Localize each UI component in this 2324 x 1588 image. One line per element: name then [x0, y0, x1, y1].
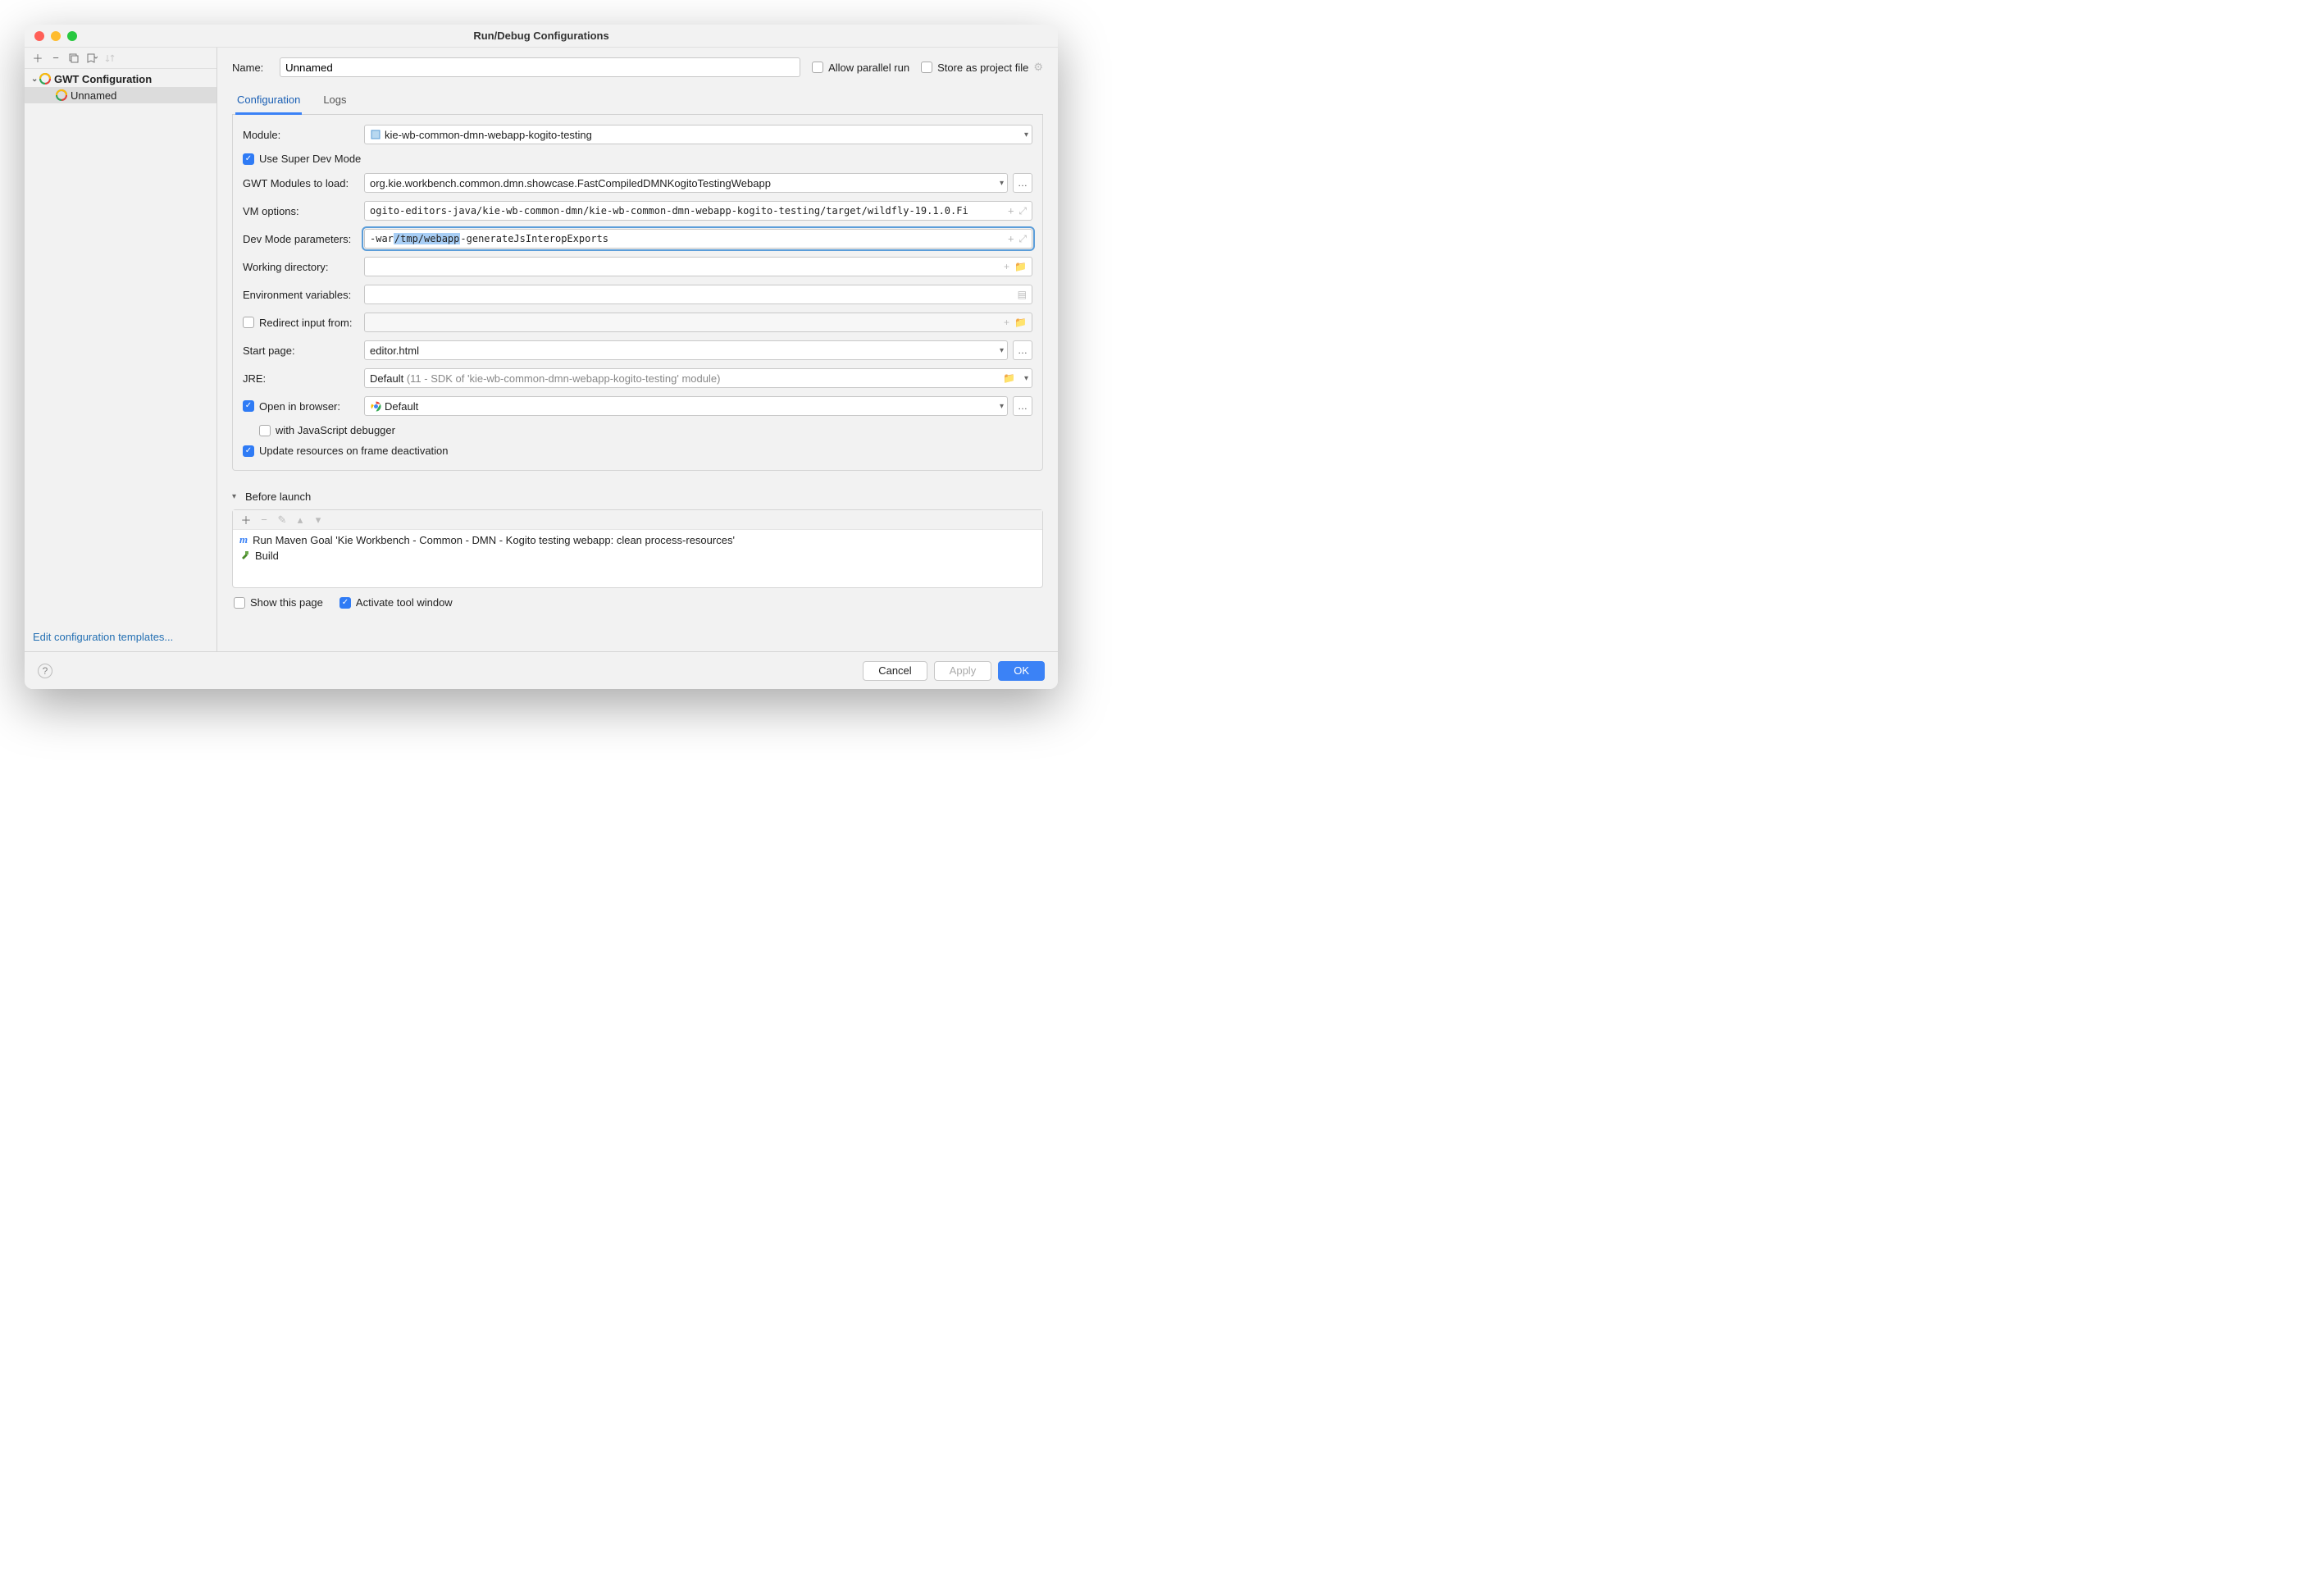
- before-launch-list[interactable]: m Run Maven Goal 'Kie Workbench - Common…: [233, 530, 1042, 587]
- chevron-down-icon: ⌄: [31, 75, 39, 84]
- name-label: Name:: [232, 62, 268, 74]
- store-project-checkbox[interactable]: Store as project file ⚙: [921, 61, 1043, 74]
- chevron-down-icon: ▾: [1000, 179, 1004, 188]
- chrome-icon: [370, 400, 381, 412]
- chevron-down-icon: ▾: [1000, 346, 1004, 355]
- chevron-down-icon: ▾: [232, 492, 240, 501]
- window-title: Run/Debug Configurations: [25, 30, 1058, 42]
- add-icon[interactable]: ＋: [239, 513, 253, 527]
- save-template-icon[interactable]: [85, 52, 98, 65]
- configuration-panel: Module: kie-wb-common-dmn-webapp-kogito-…: [232, 115, 1043, 471]
- gwt-icon: [56, 89, 67, 101]
- module-combo[interactable]: kie-wb-common-dmn-webapp-kogito-testing …: [364, 125, 1032, 144]
- show-page-checkbox[interactable]: Show this page: [234, 596, 323, 609]
- ellipsis-button[interactable]: …: [1013, 396, 1032, 416]
- dev-params-input[interactable]: -war /tmp/webapp -generateJsInteropExpor…: [364, 229, 1032, 249]
- before-launch-header[interactable]: ▾ Before launch: [232, 487, 1043, 506]
- update-resources-checkbox[interactable]: Update resources on frame deactivation: [243, 445, 449, 457]
- help-icon[interactable]: ?: [38, 664, 52, 678]
- gwt-modules-combo[interactable]: org.kie.workbench.common.dmn.showcase.Fa…: [364, 173, 1008, 193]
- ok-button[interactable]: OK: [998, 661, 1045, 681]
- tree-item-unnamed[interactable]: Unnamed: [25, 87, 216, 103]
- env-label: Environment variables:: [243, 289, 358, 301]
- env-input[interactable]: ▤: [364, 285, 1032, 304]
- remove-icon[interactable]: −: [49, 52, 62, 65]
- open-browser-checkbox[interactable]: Open in browser:: [243, 400, 358, 413]
- chevron-down-icon: ▾: [1000, 402, 1004, 411]
- vm-options-input[interactable]: ogito-editors-java/kie-wb-common-dmn/kie…: [364, 201, 1032, 221]
- start-page-label: Start page:: [243, 345, 358, 357]
- browser-combo[interactable]: Default ▾: [364, 396, 1008, 416]
- gwt-icon: [39, 73, 51, 84]
- edit-icon: ✎: [276, 513, 289, 527]
- name-input[interactable]: [280, 57, 800, 77]
- js-debugger-checkbox[interactable]: with JavaScript debugger: [259, 424, 395, 436]
- before-launch-item[interactable]: m Run Maven Goal 'Kie Workbench - Common…: [233, 532, 1042, 548]
- start-page-combo[interactable]: editor.html ▾: [364, 340, 1008, 360]
- chevron-down-icon: ▾: [1024, 130, 1028, 139]
- tree-item-label: Unnamed: [71, 89, 116, 102]
- add-icon[interactable]: ＋: [31, 52, 44, 65]
- dev-params-label: Dev Mode parameters:: [243, 233, 358, 245]
- redirect-input: +📁: [364, 313, 1032, 332]
- plus-icon[interactable]: +: [1004, 261, 1009, 272]
- gear-icon[interactable]: ⚙: [1033, 61, 1043, 74]
- ellipsis-button[interactable]: …: [1013, 173, 1032, 193]
- activate-tool-checkbox[interactable]: Activate tool window: [339, 596, 453, 609]
- sidebar-toolbar: ＋ −: [25, 48, 216, 69]
- main-panel: Name: Allow parallel run Store as projec…: [217, 48, 1058, 651]
- tree-group-gwt[interactable]: ⌄ GWT Configuration: [25, 71, 216, 87]
- gwt-modules-label: GWT Modules to load:: [243, 177, 358, 189]
- build-icon: [239, 550, 250, 561]
- tree-group-label: GWT Configuration: [54, 73, 152, 85]
- sort-icon: [103, 52, 116, 65]
- down-icon: ▾: [312, 513, 325, 527]
- plus-icon[interactable]: +: [1008, 205, 1014, 217]
- allow-parallel-checkbox[interactable]: Allow parallel run: [812, 62, 909, 74]
- titlebar: Run/Debug Configurations: [25, 25, 1058, 48]
- list-icon[interactable]: ▤: [1018, 289, 1027, 300]
- module-label: Module:: [243, 129, 358, 141]
- tab-logs[interactable]: Logs: [321, 89, 348, 114]
- chevron-down-icon: ▾: [1024, 374, 1028, 383]
- maven-icon: m: [239, 533, 248, 546]
- jre-combo[interactable]: Default (11 - SDK of 'kie-wb-common-dmn-…: [364, 368, 1032, 388]
- tab-configuration[interactable]: Configuration: [235, 89, 302, 115]
- plus-icon[interactable]: +: [1008, 233, 1014, 245]
- edit-templates-link[interactable]: Edit configuration templates...: [33, 631, 173, 643]
- vm-options-label: VM options:: [243, 205, 358, 217]
- folder-icon[interactable]: 📁: [1003, 372, 1015, 384]
- workdir-label: Working directory:: [243, 261, 358, 273]
- folder-icon[interactable]: 📁: [1014, 261, 1027, 272]
- before-launch-section: ▾ Before launch ＋ − ✎ ▴ ▾ m Run Maven: [232, 487, 1043, 609]
- jre-label: JRE:: [243, 372, 358, 385]
- workdir-input[interactable]: +📁: [364, 257, 1032, 276]
- dialog-body: ＋ − ⌄ GWT Configuration Unnamed: [25, 48, 1058, 651]
- up-icon: ▴: [294, 513, 307, 527]
- dialog-window: Run/Debug Configurations ＋ − ⌄ GWT Confi…: [25, 25, 1058, 689]
- module-icon: [370, 129, 381, 140]
- config-tree[interactable]: ⌄ GWT Configuration Unnamed: [25, 69, 216, 623]
- remove-icon: −: [257, 513, 271, 527]
- dialog-footer: ? Cancel Apply OK: [25, 651, 1058, 689]
- before-launch-toolbar: ＋ − ✎ ▴ ▾: [233, 510, 1042, 530]
- expand-icon[interactable]: ⤢: [1018, 233, 1027, 245]
- folder-icon: 📁: [1014, 317, 1027, 328]
- name-row: Name: Allow parallel run Store as projec…: [232, 57, 1043, 77]
- ellipsis-button[interactable]: …: [1013, 340, 1032, 360]
- sidebar: ＋ − ⌄ GWT Configuration Unnamed: [25, 48, 217, 651]
- redirect-checkbox[interactable]: Redirect input from:: [243, 317, 358, 329]
- apply-button: Apply: [934, 661, 992, 681]
- plus-icon: +: [1004, 317, 1009, 328]
- cancel-button[interactable]: Cancel: [863, 661, 927, 681]
- before-launch-item[interactable]: Build: [233, 548, 1042, 564]
- sidebar-footer: Edit configuration templates...: [25, 623, 216, 651]
- expand-icon[interactable]: ⤢: [1018, 205, 1027, 217]
- copy-icon[interactable]: [67, 52, 80, 65]
- tabs: Configuration Logs: [232, 89, 1043, 115]
- super-dev-checkbox[interactable]: Use Super Dev Mode: [243, 153, 361, 165]
